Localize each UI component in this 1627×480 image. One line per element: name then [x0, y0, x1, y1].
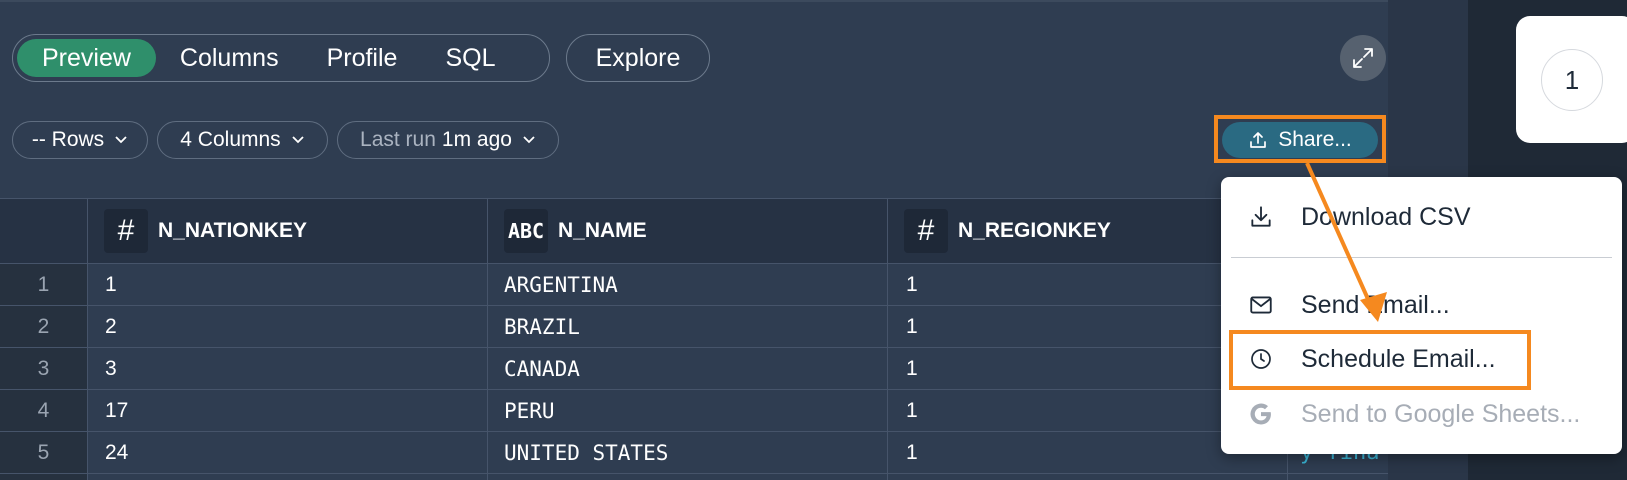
row-number: 4	[37, 399, 50, 422]
cell-name: ARGENTINA	[504, 273, 618, 297]
last-run-filter[interactable]: Last run 1m ago	[337, 121, 559, 159]
schedule-email-highlight	[1229, 330, 1531, 390]
column-header-n-nationkey[interactable]: # N_NATIONKEY	[104, 198, 307, 264]
download-icon	[1251, 206, 1271, 227]
cell-regionkey: 1	[906, 399, 918, 422]
table-row[interactable]: 4 17 PERU 1	[0, 390, 1388, 432]
table-row[interactable]: 2 2 BRAZIL 1	[0, 306, 1388, 348]
menu-item-label: Send Email...	[1301, 290, 1450, 319]
cell-nationkey: 24	[105, 441, 129, 464]
columns-filter-label: 4 Columns	[180, 128, 281, 151]
cell-nationkey: 3	[105, 357, 117, 380]
side-step-badge: 1	[1541, 49, 1603, 111]
column-header-n-name[interactable]: ABC N_NAME	[504, 198, 647, 264]
cell-name: BRAZIL	[504, 315, 580, 339]
expand-icon	[1353, 48, 1373, 68]
last-run-value: 1m ago	[441, 128, 512, 151]
row-number: 2	[37, 315, 50, 338]
cell-name: CANADA	[504, 357, 580, 381]
columns-filter[interactable]: 4 Columns	[157, 121, 328, 159]
expand-button[interactable]	[1340, 35, 1386, 81]
row-number: 3	[37, 357, 50, 380]
chevron-down-icon	[523, 136, 535, 144]
explore-button[interactable]: Explore	[566, 34, 710, 82]
chevron-down-icon	[292, 136, 304, 144]
cell-regionkey: 1	[906, 273, 918, 296]
menu-item-label: Download CSV	[1301, 202, 1471, 231]
view-tabs: Preview Columns Profile SQL	[12, 34, 550, 82]
menu-item-send-google-sheets: Send to Google Sheets...	[1221, 389, 1622, 439]
column-header-label: N_REGIONKEY	[958, 219, 1111, 242]
cell-nationkey: 2	[105, 315, 117, 338]
menu-item-send-email[interactable]: Send Email...	[1221, 280, 1622, 330]
text-type-icon: ABC	[504, 209, 548, 253]
row-number: 1	[37, 273, 50, 296]
cell-regionkey: 1	[906, 315, 918, 338]
cell-name: PERU	[504, 399, 555, 423]
column-header-label: N_NATIONKEY	[158, 219, 307, 242]
last-run-prefix: Last run	[360, 128, 436, 151]
share-menu: Download CSV Send Email... Schedule Emai…	[1221, 177, 1622, 454]
number-type-icon: #	[104, 209, 148, 253]
chevron-down-icon	[115, 136, 127, 144]
menu-divider	[1231, 257, 1612, 258]
menu-item-label: Send to Google Sheets...	[1301, 399, 1581, 428]
table-row[interactable]: 3 3 CANADA 1	[0, 348, 1388, 390]
tab-preview[interactable]: Preview	[17, 39, 156, 77]
table-row[interactable]: 5 24 UNITED STATES 1	[0, 432, 1388, 474]
tab-profile[interactable]: Profile	[303, 39, 422, 77]
cell-nationkey: 17	[105, 399, 129, 422]
number-type-icon: #	[904, 209, 948, 253]
column-header-n-regionkey[interactable]: # N_REGIONKEY	[904, 198, 1111, 264]
cell-nationkey: 1	[105, 273, 117, 296]
row-number: 5	[37, 441, 50, 464]
google-icon	[1250, 403, 1271, 425]
column-header-label: N_NAME	[558, 219, 647, 242]
tab-sql[interactable]: SQL	[421, 39, 519, 77]
cell-regionkey: 1	[906, 357, 918, 380]
table-row[interactable]: 1 1 ARGENTINA 1	[0, 264, 1388, 306]
menu-item-download-csv[interactable]: Download CSV	[1221, 192, 1622, 242]
cell-name: UNITED STATES	[504, 441, 669, 465]
rows-filter-label: -- Rows	[31, 128, 105, 151]
rows-filter[interactable]: -- Rows	[12, 121, 148, 159]
cell-regionkey: 1	[906, 441, 918, 464]
tab-columns[interactable]: Columns	[156, 39, 303, 77]
share-highlight	[1214, 115, 1386, 163]
envelope-icon	[1250, 296, 1272, 314]
